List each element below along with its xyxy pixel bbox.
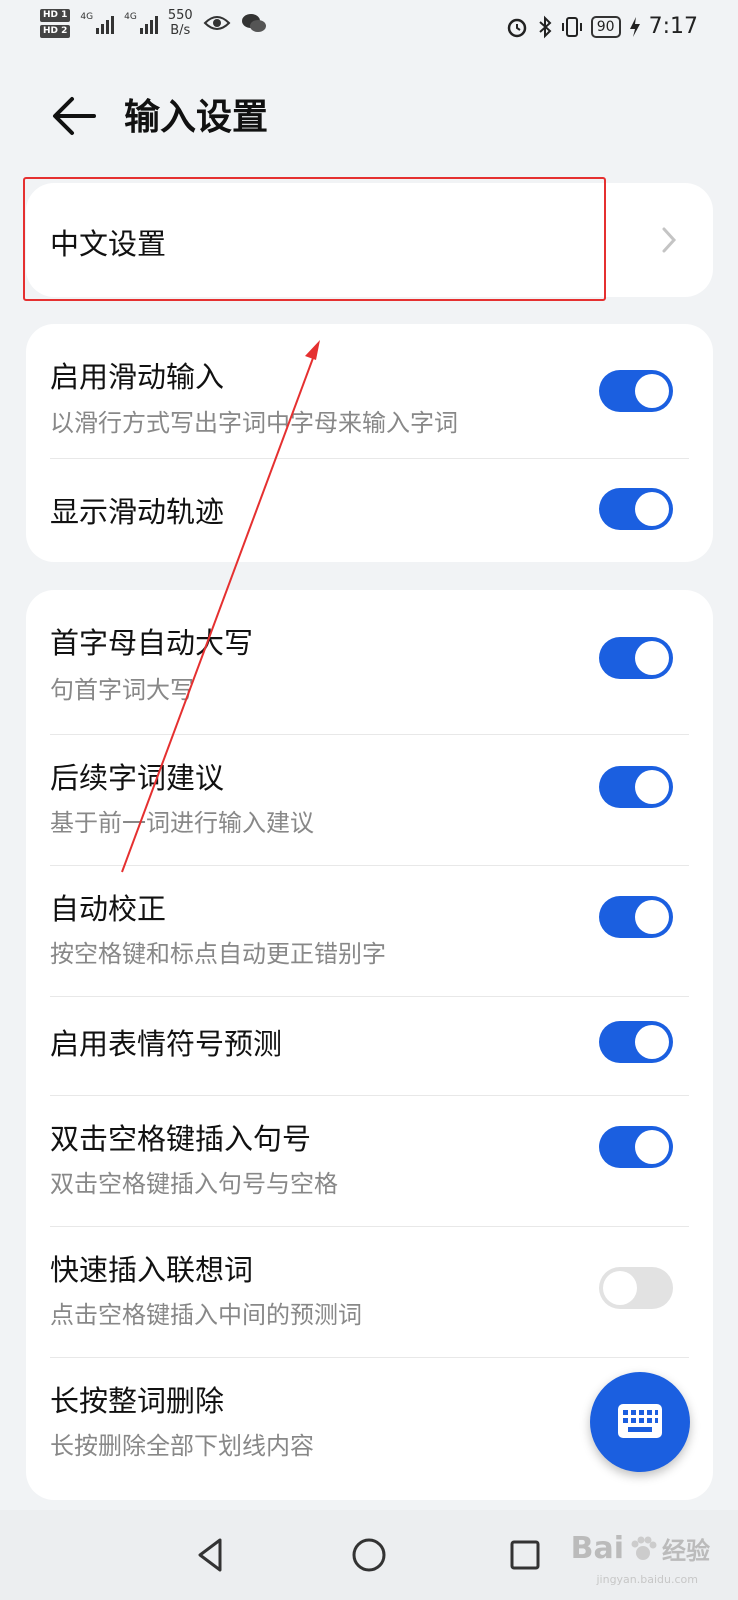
toggle-switch[interactable] (599, 637, 673, 679)
toggle-switch[interactable] (599, 1021, 673, 1063)
charging-icon (629, 16, 640, 37)
list-item[interactable]: 首字母自动大写 句首字词大写 (26, 590, 713, 734)
watermark-url: jingyan.baidu.com (596, 1573, 698, 1586)
hd1-badge: HD 1 (40, 8, 71, 22)
setting-description: 以滑行方式写出字词中字母来输入字词 (50, 409, 458, 437)
speed-unit: B/s (170, 23, 191, 38)
network-type-1: 4G (80, 12, 94, 22)
highlight-box (23, 177, 606, 301)
back-arrow-icon[interactable] (48, 90, 100, 142)
setting-label: 后续字词建议 (50, 761, 225, 795)
paw-icon (631, 1536, 657, 1560)
vibrate-icon (561, 16, 582, 37)
bluetooth-icon (539, 15, 552, 38)
setting-description: 点击空格键插入中间的预测词 (50, 1301, 362, 1329)
signal-icon: 4G (80, 12, 115, 34)
setting-label: 启用滑动输入 (50, 360, 225, 394)
list-item[interactable]: 自动校正 按空格键和标点自动更正错别字 (26, 866, 713, 996)
keyboard-fab-button[interactable] (590, 1372, 690, 1472)
list-item[interactable]: 后续字词建议 基于前一词进行输入建议 (26, 735, 713, 865)
toggle-switch[interactable] (599, 488, 673, 530)
setting-label: 双击空格键插入句号 (50, 1122, 312, 1156)
toggle-switch[interactable] (599, 896, 673, 938)
hd2-badge: HD 2 (40, 24, 71, 38)
setting-label: 显示滑动轨迹 (50, 495, 225, 529)
setting-label: 启用表情符号预测 (50, 1027, 283, 1061)
toggle-switch[interactable] (599, 1267, 673, 1309)
toggle-switch[interactable] (599, 370, 673, 412)
status-bar: HD 1 HD 2 4G 4G 550 B/s 90 7:17 (0, 0, 738, 54)
setting-label: 长按整词删除 (50, 1384, 225, 1418)
app-bar: 输入设置 (0, 72, 738, 160)
setting-description: 双击空格键插入句号与空格 (50, 1170, 338, 1198)
general-settings-card: 首字母自动大写 句首字词大写 后续字词建议 基于前一词进行输入建议 自动校正 按… (26, 590, 713, 1500)
battery-level: 90 (590, 15, 621, 38)
nav-recents-icon[interactable] (502, 1532, 548, 1578)
nav-back-icon[interactable] (188, 1532, 234, 1578)
network-speed: 550 B/s (168, 8, 193, 38)
setting-description: 按空格键和标点自动更正错别字 (50, 940, 386, 968)
watermark-brand2: 经验 (662, 1537, 710, 1565)
wechat-icon (241, 14, 266, 32)
keyboard-icon (618, 1404, 662, 1438)
list-item[interactable]: 显示滑动轨迹 (26, 459, 713, 562)
toggle-switch[interactable] (599, 766, 673, 808)
chevron-right-icon (662, 227, 677, 253)
network-type-2: 4G (124, 12, 137, 22)
setting-description: 基于前一词进行输入建议 (50, 809, 314, 837)
alarm-icon (507, 18, 527, 37)
swipe-settings-card: 启用滑动输入 以滑行方式写出字词中字母来输入字词 显示滑动轨迹 (26, 324, 713, 562)
list-item[interactable]: 双击空格键插入句号 双击空格键插入句号与空格 (26, 1096, 713, 1226)
clock: 7:17 (648, 14, 698, 39)
baidu-watermark: Bai 经验 (571, 1531, 710, 1566)
toggle-switch[interactable] (599, 1126, 673, 1168)
list-item[interactable]: 启用滑动输入 以滑行方式写出字词中字母来输入字词 (26, 324, 713, 458)
page-title: 输入设置 (124, 97, 269, 138)
list-item[interactable]: 启用表情符号预测 (26, 997, 713, 1095)
signal-icon: 4G (124, 12, 158, 34)
eye-icon (203, 16, 231, 30)
setting-label: 自动校正 (50, 892, 167, 926)
speed-value: 550 (167, 8, 193, 23)
setting-label: 快速插入联想词 (50, 1253, 254, 1287)
nav-home-icon[interactable] (346, 1532, 392, 1578)
setting-description: 句首字词大写 (50, 676, 194, 704)
setting-description: 长按删除全部下划线内容 (50, 1432, 314, 1460)
list-item[interactable]: 快速插入联想词 点击空格键插入中间的预测词 (26, 1227, 713, 1357)
watermark-brand: Bai (570, 1531, 624, 1566)
setting-label: 首字母自动大写 (50, 626, 254, 660)
